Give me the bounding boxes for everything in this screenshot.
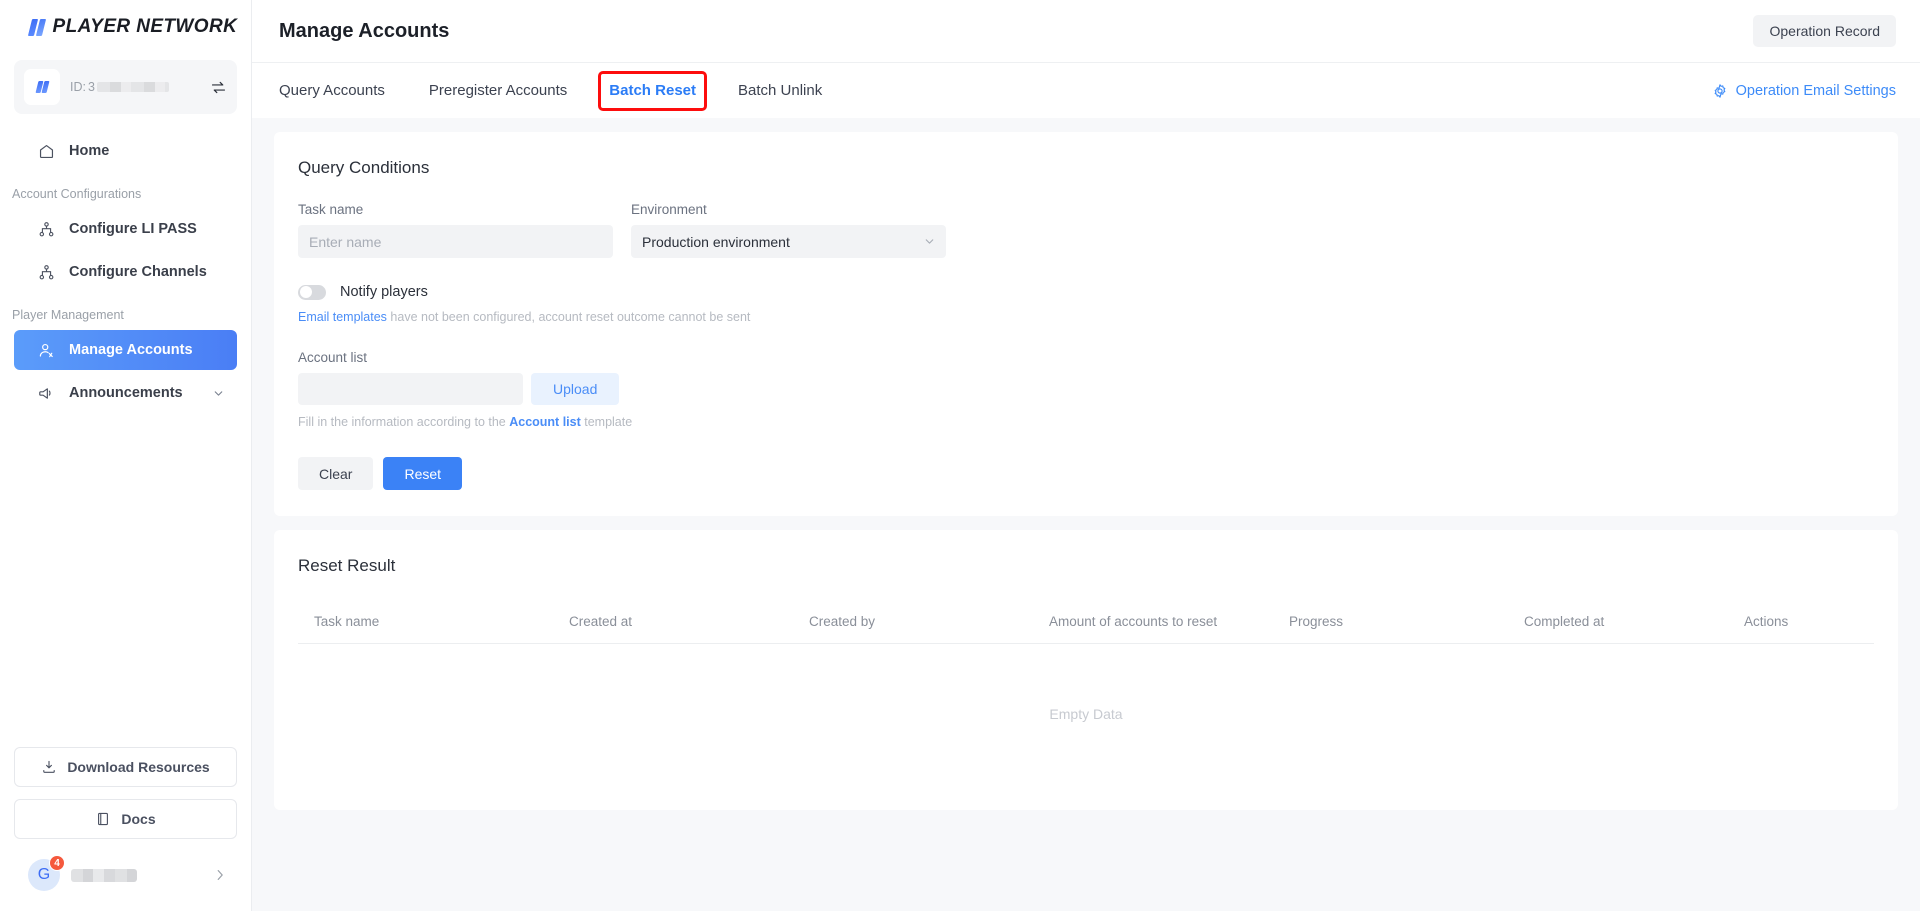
sidebar-nav: Home Account Configurations Configure LI… [0,124,251,747]
book-icon [95,811,111,827]
reset-result-card: Reset Result Task name Created at Create… [274,530,1898,810]
page-title: Manage Accounts [279,19,450,42]
account-list-hint: Fill in the information according to the… [298,415,1874,429]
sidebar-item-manage-accounts[interactable]: Manage Accounts [14,330,237,370]
toggle-knob [299,286,312,298]
tab-list: Query Accounts Preregister Accounts Batc… [279,70,844,111]
user-name-redacted [71,868,137,882]
table-empty-state: Empty Data [1049,706,1123,722]
download-icon [41,759,57,775]
column-header-progress: Progress [1289,614,1344,629]
sidebar-footer: Download Resources Docs G 4 [0,747,251,911]
avatar-letter: G [37,866,51,883]
reset-result-table: Task name Created at Created by Amount o… [298,600,1874,784]
environment-select[interactable] [631,225,946,258]
sidebar-item-configure-li-pass[interactable]: Configure LI PASS [14,209,237,249]
sidebar-item-label: Configure Channels [69,264,207,280]
notify-players-hint: Email templates have not been configured… [298,310,1874,324]
form-actions: Clear Reset [298,457,1874,490]
column-header-task-name: Task name [314,614,380,629]
gear-icon [1712,83,1728,99]
megaphone-icon [38,385,55,402]
sidebar-item-label: Manage Accounts [69,342,193,358]
account-list-block: Account list Upload Fill in the informat… [298,350,1874,429]
tabbar: Query Accounts Preregister Accounts Batc… [252,62,1920,118]
brand-name: PLAYER NETWORK [52,16,238,37]
query-conditions-card: Query Conditions Task name Environment [274,132,1898,516]
task-name-field: Task name [298,202,613,258]
column-header-actions: Actions [1744,614,1789,629]
user-gear-icon [38,342,55,359]
query-form-row: Task name Environment [298,202,1874,258]
sidebar-item-label: Home [69,143,110,159]
tab-batch-unlink[interactable]: Batch Unlink [716,74,844,108]
node-tree-icon [38,221,55,238]
reset-result-title: Reset Result [298,556,396,575]
topbar: Manage Accounts Operation Record [252,0,1920,62]
operation-record-button[interactable]: Operation Record [1753,15,1896,47]
reset-button[interactable]: Reset [383,457,463,490]
user-profile-row[interactable]: G 4 [14,851,237,899]
notification-badge: 4 [49,855,65,871]
app-root: PLAYER NETWORK ID: 3 Home Account Config… [0,0,1920,911]
account-logo-icon [24,69,60,105]
account-list-label: Account list [298,350,368,365]
sidebar-item-label: Announcements [69,385,183,401]
content-area: Query Conditions Task name Environment [252,118,1920,911]
account-list-hint-prefix: Fill in the information according to the [298,415,510,429]
chevron-down-icon [212,387,225,400]
sidebar: PLAYER NETWORK ID: 3 Home Account Config… [0,0,252,911]
sidebar-item-home[interactable]: Home [14,131,237,171]
column-header-created-at: Created at [569,614,633,629]
account-info: ID: 3 [70,80,200,94]
account-switcher[interactable]: ID: 3 [14,60,237,114]
operation-email-settings-link[interactable]: Operation Email Settings [1712,83,1896,99]
docs-button[interactable]: Docs [14,799,237,839]
home-icon [38,143,55,160]
player-network-logo-icon [27,18,46,36]
upload-button[interactable]: Upload [531,373,620,405]
tab-query-accounts[interactable]: Query Accounts [279,74,407,108]
task-name-input[interactable] [298,225,613,258]
brand-logo[interactable]: PLAYER NETWORK [0,0,251,54]
notify-players-toggle[interactable] [298,284,326,300]
environment-label: Environment [631,202,707,217]
swap-icon[interactable] [210,79,227,96]
table-header-row: Task name Created at Created by Amount o… [298,600,1874,644]
sidebar-item-configure-channels[interactable]: Configure Channels [14,252,237,292]
account-list-file-input[interactable] [298,373,523,405]
environment-field: Environment [631,202,946,258]
node-tree-icon [38,264,55,281]
notify-players-row: Notify players [298,284,1874,300]
account-list-hint-suffix: template [580,415,633,429]
clear-button[interactable]: Clear [298,457,374,490]
account-list-upload-row: Upload [298,373,1874,405]
account-id: ID: 3 [70,80,200,94]
email-templates-link[interactable]: Email templates [298,310,387,324]
notify-players-label: Notify players [340,284,428,300]
download-resources-label: Download Resources [67,759,210,775]
column-header-amount-of-accounts-to-reset: Amount of accounts to reset [1049,614,1218,629]
sidebar-group-player-management: Player Management [12,308,124,322]
environment-select-wrap [631,225,946,258]
avatar: G 4 [28,855,65,891]
chevron-right-icon [213,868,227,882]
sidebar-item-label: Configure LI PASS [69,221,197,237]
account-id-redacted [96,82,169,92]
sidebar-item-announcements[interactable]: Announcements [14,373,237,413]
sidebar-group-account-configurations: Account Configurations [12,187,142,201]
tab-preregister-accounts[interactable]: Preregister Accounts [407,74,589,108]
column-header-created-by: Created by [809,614,876,629]
operation-email-settings-label: Operation Email Settings [1735,82,1896,99]
notify-hint-rest: have not been configured, account reset … [386,310,751,324]
main-area: Manage Accounts Operation Record Query A… [252,0,1920,911]
task-name-label: Task name [298,202,364,217]
query-conditions-title: Query Conditions [298,158,430,177]
tab-batch-reset[interactable]: Batch Reset [598,70,707,111]
docs-label: Docs [121,811,156,827]
account-list-template-link[interactable]: Account list [509,415,581,429]
download-resources-button[interactable]: Download Resources [14,747,237,787]
column-header-completed-at: Completed at [1524,614,1605,629]
